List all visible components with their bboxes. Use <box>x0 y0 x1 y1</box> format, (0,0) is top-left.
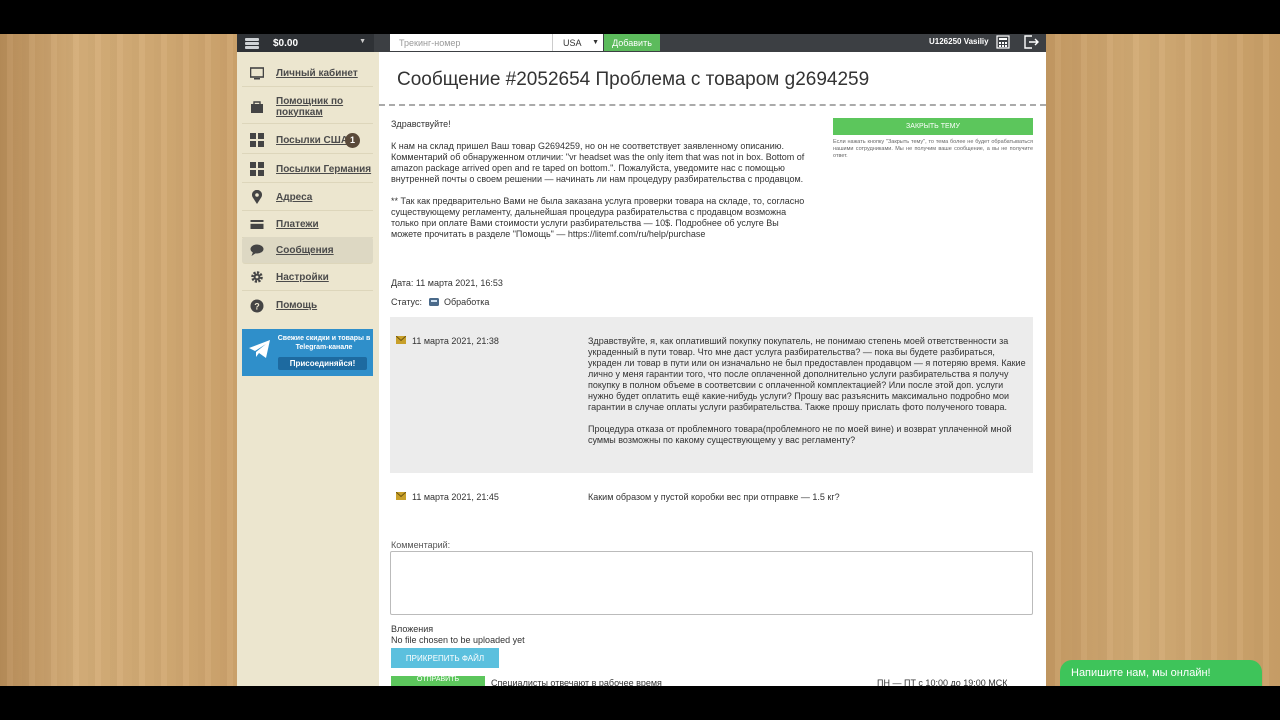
sidebar-item-label: Платежи <box>276 218 319 230</box>
sidebar-item-label: Адреса <box>276 191 313 203</box>
message-paragraph: К нам на склад пришел Ваш товар G2694259… <box>391 141 805 184</box>
message-paragraph: ** Так как предварительно Вами не была з… <box>391 196 805 239</box>
sidebar-item-payments[interactable]: Платежи <box>242 211 373 238</box>
attachments-label: Вложения <box>391 624 434 634</box>
reply-paragraph: Здравствуйте, я, как оплативший покупку … <box>588 336 1026 412</box>
top-header: $0.00 ▼ Трекинг-номер USA ▼ Добавить U12… <box>237 34 1046 52</box>
status-label: Статус: <box>391 297 422 307</box>
send-button[interactable]: ОТПРАВИТЬ <box>391 676 485 686</box>
grid-icon <box>250 133 264 147</box>
gear-icon <box>251 271 263 283</box>
sidebar-item-shopping-assistant[interactable]: Помощник по покупкам <box>242 90 373 124</box>
country-value: USA <box>563 37 582 48</box>
envelope-icon <box>396 336 406 344</box>
letterbox-top <box>0 0 1280 34</box>
message-panel: Сообщение #2052654 Проблема с товаром g2… <box>379 52 1046 686</box>
tracking-input[interactable]: Трекинг-номер <box>390 34 552 51</box>
reply-text: Здравствуйте, я, как оплативший покупку … <box>588 336 1028 446</box>
reply-item: 11 марта 2021, 21:38 Здравствуйте, я, ка… <box>390 317 1033 473</box>
status-value: Обработка <box>443 297 490 307</box>
sidebar-item-label: Помощь <box>276 300 318 311</box>
sidebar-item-label: Посылки США <box>276 134 349 146</box>
balance-dropdown[interactable]: $0.00 ▼ <box>237 34 374 52</box>
telegram-banner-text: Свежие скидки и товары в Telegram-канале <box>277 335 371 351</box>
comment-textarea[interactable] <box>390 551 1033 615</box>
coins-icon <box>245 38 261 49</box>
chat-icon <box>250 244 264 256</box>
grid-icon <box>250 162 264 176</box>
no-file-text: No file chosen to be uploaded yet <box>391 635 525 645</box>
sidebar-item-label: Настройки <box>276 271 329 283</box>
sidebar-item-dashboard[interactable]: Личный кабинет <box>242 60 373 87</box>
close-topic-button[interactable]: ЗАКРЫТЬ ТЕМУ <box>833 118 1033 135</box>
message-status: Статус: Обработка <box>391 297 489 307</box>
comment-label: Комментарий: <box>391 540 451 550</box>
count-badge: 1 <box>345 132 360 148</box>
telegram-plane-icon <box>249 340 270 358</box>
close-topic-note: Если нажать кнопку "Закрыть тему", то те… <box>833 139 1033 159</box>
user-name[interactable]: U126250 Vasiliy <box>929 37 989 46</box>
bag-icon <box>251 100 263 113</box>
monitor-icon <box>250 67 264 80</box>
letterbox-bottom <box>0 686 1280 720</box>
attach-file-button[interactable]: ПРИКРЕПИТЬ ФАЙЛ <box>391 648 499 668</box>
sidebar-item-addresses[interactable]: Адреса <box>242 184 373 211</box>
page-title: Сообщение #2052654 Проблема с товаром g2… <box>397 69 870 90</box>
sidebar: Личный кабинет Помощник по покупкам Посы… <box>237 52 379 686</box>
sidebar-item-label: Личный кабинет <box>276 67 358 79</box>
sidebar-item-parcels-germany[interactable]: Посылки Германия <box>242 156 373 183</box>
help-icon: ? <box>250 299 264 312</box>
greeting: Здравствуйте! <box>391 119 451 129</box>
chevron-down-icon: ▼ <box>592 39 599 46</box>
working-hours-hint: Специалисты отвечают в рабочее время <box>491 679 662 686</box>
logout-icon[interactable] <box>1023 35 1039 49</box>
country-select[interactable]: USA ▼ <box>552 34 603 51</box>
svg-text:?: ? <box>254 301 260 311</box>
status-icon <box>428 298 439 306</box>
sidebar-item-settings[interactable]: Настройки <box>242 264 373 291</box>
sidebar-item-label: Помощник по покупкам <box>276 95 344 118</box>
add-tracking-button[interactable]: Добавить <box>604 34 660 51</box>
message-date: Дата: 11 марта 2021, 16:53 <box>391 278 503 288</box>
reply-item: 11 марта 2021, 21:45 Каким образом у пус… <box>390 483 1033 513</box>
caret-down-icon: ▼ <box>359 38 366 45</box>
original-message: Здравствуйте! К нам на склад пришел Ваш … <box>391 119 811 240</box>
sidebar-item-label: Посылки Германия <box>276 163 372 175</box>
reply-date: 11 марта 2021, 21:38 <box>412 336 499 346</box>
sidebar-item-parcels-usa[interactable]: Посылки США 1 <box>242 127 373 154</box>
reply-text: Каким образом у пустой коробки вес при о… <box>588 492 1028 503</box>
telegram-banner[interactable]: Свежие скидки и товары в Telegram-канале… <box>242 329 373 376</box>
working-hours: ПН — ПТ с 10:00 до 19:00 МСК <box>877 679 1008 686</box>
calculator-icon[interactable] <box>996 35 1010 49</box>
sidebar-item-label: Сообщения <box>276 244 334 256</box>
envelope-icon <box>396 492 406 500</box>
pin-icon <box>252 190 262 204</box>
card-icon <box>250 220 264 229</box>
reply-paragraph: Процедура отказа от проблемного товара(п… <box>588 424 1012 445</box>
title-divider <box>379 104 1046 106</box>
live-chat-widget[interactable]: Напишите нам, мы онлайн! <box>1060 660 1262 686</box>
reply-paragraph: Каким образом у пустой коробки вес при о… <box>588 492 840 502</box>
wood-background-right <box>1046 34 1280 686</box>
sidebar-item-messages[interactable]: Сообщения <box>242 237 373 264</box>
sidebar-item-help[interactable]: ? Помощь <box>242 292 373 319</box>
telegram-join-button[interactable]: Присоединяйся! <box>278 357 367 370</box>
reply-date: 11 марта 2021, 21:45 <box>412 492 499 502</box>
balance-value: $0.00 <box>273 37 299 49</box>
